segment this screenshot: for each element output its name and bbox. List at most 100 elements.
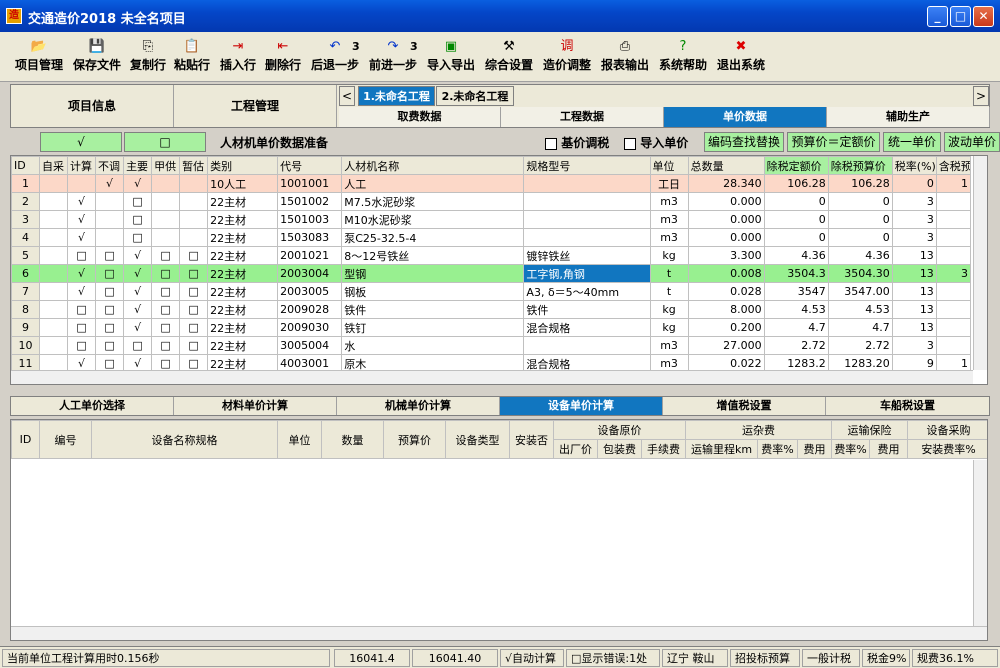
table-cell[interactable]: 22主材 bbox=[207, 210, 279, 229]
table-cell[interactable]: 0 bbox=[827, 228, 893, 247]
table-cell[interactable]: m3 bbox=[649, 336, 689, 355]
table-row[interactable]: 6 √ □ √ □ □ 22主材 2003004 型钢 工字钢,角钢 t 0.008 3504.3 350… bbox=[11, 264, 972, 283]
insert-row-button[interactable]: ⇥ 插入行 bbox=[218, 38, 258, 78]
tab-vat-settings[interactable]: 增值税设置 bbox=[663, 397, 826, 415]
table-cell[interactable]: 水 bbox=[341, 336, 525, 355]
table-cell[interactable]: 4 bbox=[11, 228, 41, 247]
table-cell[interactable]: √ bbox=[123, 264, 153, 283]
table-cell[interactable]: 4.53 bbox=[763, 300, 829, 319]
tab-unit-price-data[interactable]: 单价数据 bbox=[664, 107, 827, 127]
table-cell[interactable]: 0 bbox=[827, 192, 893, 211]
table-cell[interactable]: 混合规格 bbox=[523, 318, 651, 337]
tab-material-price[interactable]: 材料单价计算 bbox=[174, 397, 337, 415]
table-cell[interactable]: √ bbox=[67, 228, 97, 247]
table-cell[interactable] bbox=[179, 174, 209, 193]
table-cell[interactable]: 0.000 bbox=[687, 210, 765, 229]
table-cell[interactable]: 2009030 bbox=[277, 318, 343, 337]
table-cell[interactable]: 106.28 bbox=[827, 174, 893, 193]
import-export-button[interactable]: ▣ 导入导出 bbox=[424, 38, 478, 78]
fluctuating-price-button[interactable]: 波动单价 bbox=[944, 132, 1000, 152]
table-cell[interactable]: M10水泥砂浆 bbox=[341, 210, 525, 229]
cost-adjust-button[interactable]: 调造价调整 bbox=[540, 38, 594, 78]
table-cell[interactable]: □ bbox=[95, 246, 125, 265]
close-button[interactable]: ✕ bbox=[973, 6, 994, 27]
table-cell[interactable]: 7 bbox=[11, 282, 41, 301]
tab-machine-price[interactable]: 机械单价计算 bbox=[337, 397, 500, 415]
exit-system-button[interactable]: ✖ 退出系统 bbox=[714, 38, 768, 78]
table-cell[interactable]: kg bbox=[649, 246, 689, 265]
import-price-checkbox[interactable]: 导入单价 bbox=[624, 134, 688, 151]
table-cell[interactable]: 5 bbox=[11, 246, 41, 265]
table-cell[interactable]: √ bbox=[123, 246, 153, 265]
table-row[interactable]: 9 □ □ √ □ □ 22主材 2009030 铁钉 混合规格 kg 0.200 4.7 4.7 13 bbox=[11, 318, 972, 337]
table-cell[interactable]: 1 bbox=[11, 174, 41, 193]
copy-row-button[interactable]: ⎘ 复制行 bbox=[128, 38, 168, 78]
table-cell[interactable]: □ bbox=[151, 300, 181, 319]
file-tab-2[interactable]: 2.未命名工程 bbox=[436, 86, 514, 106]
tab-project-data[interactable]: 工程数据 bbox=[501, 107, 664, 127]
unified-price-button[interactable]: 统一单价 bbox=[883, 132, 941, 152]
maximize-button[interactable]: □ bbox=[950, 6, 971, 27]
undo-button[interactable]: ↶ 3 后退一步 bbox=[308, 38, 362, 78]
table-row[interactable]: 10 □ □ □ □ □ 22主材 3005004 水 m3 27.000 2.72 2.72 3 bbox=[11, 336, 972, 355]
table-row[interactable]: 4 √ □ 22主材 1503083 泵C25-32.5-4 m3 0.000 0 0 3 bbox=[11, 228, 972, 247]
redo-button[interactable]: ↷ 3 前进一步 bbox=[366, 38, 420, 78]
table-cell[interactable]: 3 bbox=[891, 228, 937, 247]
table-cell[interactable]: □ bbox=[179, 264, 209, 283]
select-all-button[interactable]: √ bbox=[40, 132, 122, 152]
table-cell[interactable]: kg bbox=[649, 318, 689, 337]
table-cell[interactable]: 0 bbox=[763, 228, 829, 247]
table-cell[interactable] bbox=[151, 174, 181, 193]
table-cell[interactable]: 4.53 bbox=[827, 300, 893, 319]
table-cell[interactable] bbox=[523, 210, 651, 229]
table-cell[interactable] bbox=[151, 210, 181, 229]
table-cell[interactable]: 4.36 bbox=[763, 246, 829, 265]
table-row[interactable]: 8 □ □ √ □ □ 22主材 2009028 铁件 铁件 kg 8.000 4.53 4.53 13 bbox=[11, 300, 972, 319]
table-cell[interactable]: √ bbox=[67, 264, 97, 283]
horizontal-scrollbar[interactable] bbox=[11, 626, 987, 640]
table-cell[interactable]: 4.7 bbox=[827, 318, 893, 337]
table-cell[interactable]: M7.5水泥砂浆 bbox=[341, 192, 525, 211]
table-cell[interactable]: 22主材 bbox=[207, 192, 279, 211]
tab-labor-price[interactable]: 人工单价选择 bbox=[11, 397, 174, 415]
horizontal-scrollbar[interactable] bbox=[11, 370, 973, 384]
table-cell[interactable]: 22主材 bbox=[207, 282, 279, 301]
table-cell[interactable]: 8.000 bbox=[687, 300, 765, 319]
table-cell[interactable] bbox=[523, 174, 651, 193]
table-cell[interactable]: 泵C25-32.5-4 bbox=[341, 228, 525, 247]
vertical-scrollbar[interactable] bbox=[973, 460, 987, 626]
table-cell[interactable]: 工日 bbox=[649, 174, 689, 193]
table-cell[interactable] bbox=[39, 228, 69, 247]
paste-row-button[interactable]: 📋 粘贴行 bbox=[172, 38, 212, 78]
table-cell[interactable] bbox=[151, 192, 181, 211]
table-cell[interactable]: 1 bbox=[935, 174, 972, 193]
table-cell[interactable]: 镀锌铁丝 bbox=[523, 246, 651, 265]
table-cell[interactable]: √ bbox=[95, 174, 125, 193]
table-cell[interactable]: 2 bbox=[11, 192, 41, 211]
tab-vehicle-tax[interactable]: 车船税设置 bbox=[826, 397, 989, 415]
table-cell[interactable]: □ bbox=[151, 246, 181, 265]
table-cell[interactable]: 22主材 bbox=[207, 336, 279, 355]
table-cell[interactable] bbox=[935, 282, 972, 301]
table-cell[interactable]: √ bbox=[67, 210, 97, 229]
save-file-button[interactable]: 💾 保存文件 bbox=[70, 38, 124, 78]
table-cell[interactable] bbox=[935, 192, 972, 211]
general-settings-button[interactable]: ⚒ 综合设置 bbox=[482, 38, 536, 78]
table-cell[interactable]: □ bbox=[123, 228, 153, 247]
base-price-tax-checkbox[interactable]: 基价调税 bbox=[545, 134, 609, 151]
table-cell[interactable]: 10 bbox=[11, 336, 41, 355]
table-cell[interactable] bbox=[179, 192, 209, 211]
table-cell[interactable]: □ bbox=[179, 318, 209, 337]
table-cell[interactable]: 铁件 bbox=[523, 300, 651, 319]
table-cell[interactable]: 3504.30 bbox=[827, 264, 893, 283]
table-cell[interactable]: 1503083 bbox=[277, 228, 343, 247]
table-cell[interactable]: □ bbox=[179, 300, 209, 319]
table-row[interactable]: 1 √ √ 10人工 1001001 人工 工日 28.340 106.28 106.28 0 1 bbox=[11, 174, 972, 193]
table-cell[interactable]: 13 bbox=[891, 300, 937, 319]
tab-equipment-price[interactable]: 设备单价计算 bbox=[500, 397, 663, 415]
table-cell[interactable]: 2009028 bbox=[277, 300, 343, 319]
minimize-button[interactable]: _ bbox=[927, 6, 948, 27]
table-cell[interactable]: □ bbox=[123, 192, 153, 211]
table-cell[interactable]: 3547 bbox=[763, 282, 829, 301]
table-cell[interactable]: 1501003 bbox=[277, 210, 343, 229]
